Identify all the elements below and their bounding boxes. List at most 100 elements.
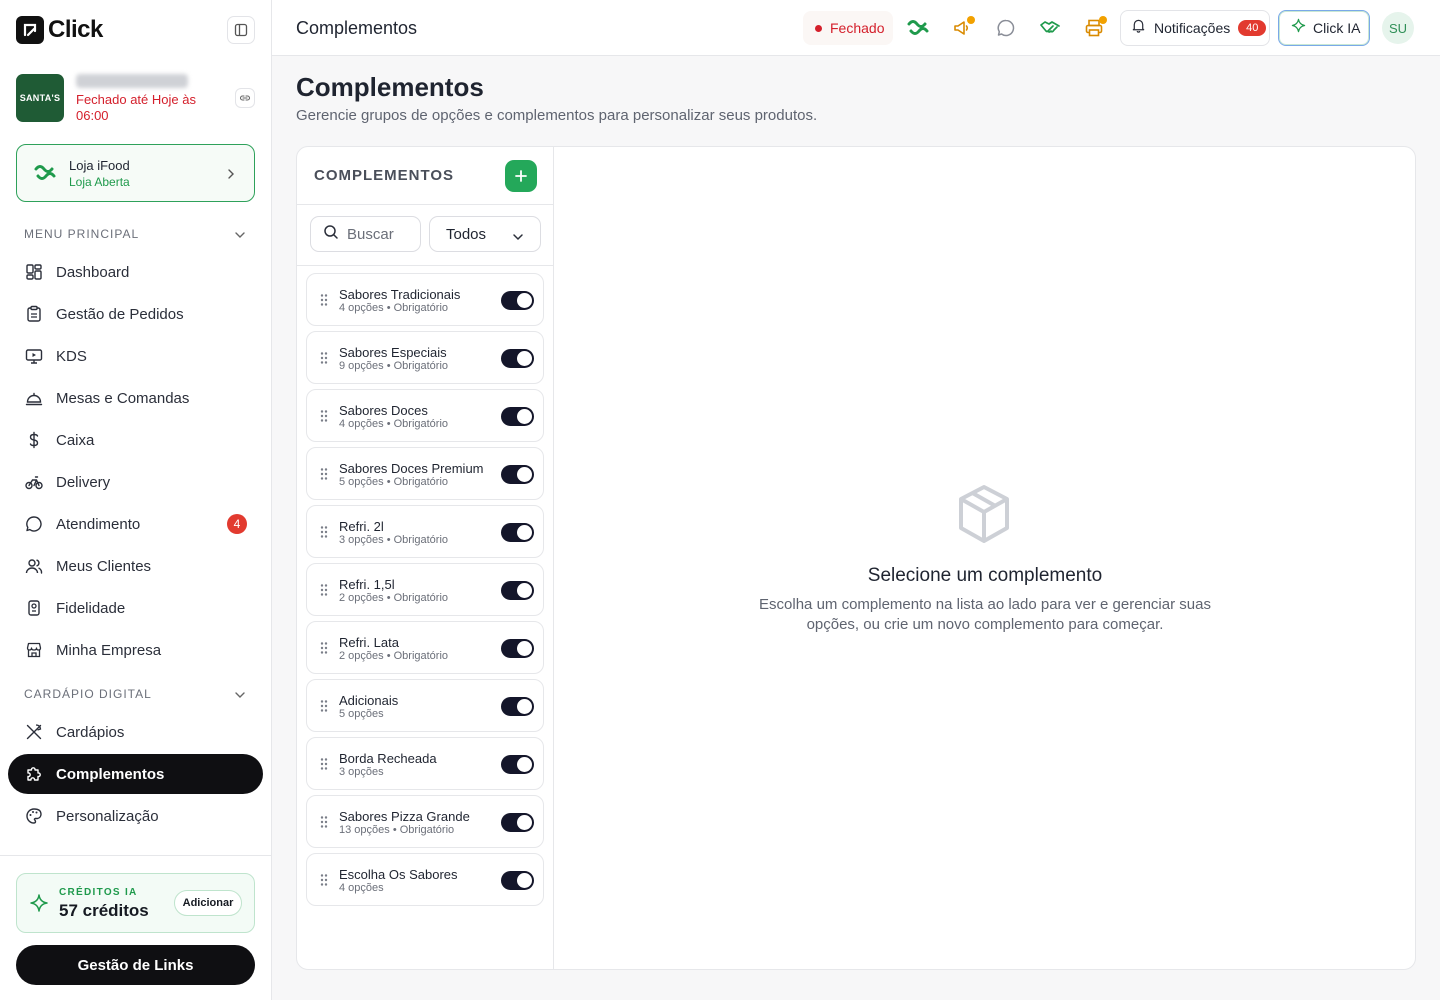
group-enabled-toggle[interactable] (501, 813, 534, 832)
store-icon (24, 640, 44, 660)
section-cardapio-digital[interactable]: CARDÁPIO DIGITAL (24, 687, 152, 701)
group-enabled-toggle[interactable] (501, 291, 534, 310)
section-menu-principal[interactable]: MENU PRINCIPAL (24, 227, 139, 241)
store-link-button[interactable] (235, 88, 255, 108)
search-field[interactable] (310, 216, 421, 252)
credits-value: 57 créditos (59, 901, 149, 920)
ifood-store-card[interactable]: Loja iFood Loja Aberta (16, 144, 255, 202)
sidebar-item-complementos[interactable]: Complementos (8, 754, 263, 794)
sidebar-item-label: Minha Empresa (56, 641, 162, 659)
group-name: Refri. 1,5l (339, 577, 395, 592)
complement-group-card[interactable]: Sabores Pizza Grande 13 opções • Obrigató… (306, 795, 544, 848)
empty-state-title: Selecione um complemento (867, 565, 1103, 586)
status-filter-select[interactable]: Todos (429, 216, 541, 252)
collapse-sidebar-button[interactable] (227, 16, 255, 44)
store-status-badge[interactable]: Fechado (803, 11, 893, 45)
complement-group-card[interactable]: Sabores Doces 4 opções • Obrigatório (306, 389, 544, 442)
ai-credits-card: CRÉDITOS IA 57 créditos Adicionar (16, 873, 255, 933)
drag-handle-icon[interactable] (319, 757, 329, 776)
sidebar-item-atendimento[interactable]: Atendimento 4 (8, 504, 263, 544)
complement-group-card[interactable]: Borda Recheada 3 opções (306, 737, 544, 790)
chevron-down-icon[interactable] (233, 228, 247, 246)
page-subtitle: Gerencie grupos de opções e complementos… (296, 107, 818, 124)
group-enabled-toggle[interactable] (501, 465, 534, 484)
complement-group-card[interactable]: Refri. 1,5l 2 opções • Obrigatório (306, 563, 544, 616)
notifications-count-badge: 40 (1238, 20, 1267, 36)
group-enabled-toggle[interactable] (501, 871, 534, 890)
sidebar-item-personalizacao[interactable]: Personalização (8, 796, 263, 836)
sidebar-item-mesas-comandas[interactable]: Mesas e Comandas (8, 378, 263, 418)
sidebar-item-delivery[interactable]: Delivery (8, 462, 263, 502)
notifications-button[interactable]: Notificações 40 (1120, 10, 1270, 46)
chevron-down-icon[interactable] (233, 688, 247, 706)
sidebar-item-minha-empresa[interactable]: Minha Empresa (8, 630, 263, 670)
drag-handle-icon[interactable] (319, 409, 329, 428)
chat-icon[interactable] (992, 14, 1020, 42)
complement-group-card[interactable]: Refri. Lata 2 opções • Obrigatório (306, 621, 544, 674)
group-meta: 4 opções (339, 882, 384, 894)
ifood-icon[interactable] (904, 14, 932, 42)
drag-handle-icon[interactable] (319, 815, 329, 834)
complement-group-card[interactable]: Adicionais 5 opções (306, 679, 544, 732)
topbar-title: Complementos (296, 18, 418, 38)
group-enabled-toggle[interactable] (501, 523, 534, 542)
store-info: SANTA'S Fechado até Hoje às 06:00 (16, 74, 256, 126)
drag-handle-icon[interactable] (319, 873, 329, 892)
group-enabled-toggle[interactable] (501, 755, 534, 774)
brand[interactable]: Click (16, 16, 103, 44)
utensils-icon (24, 722, 44, 742)
complement-group-card[interactable]: Sabores Doces Premium 5 opções • Obrigató… (306, 447, 544, 500)
sidebar-toggle-icon (234, 23, 248, 37)
drag-handle-icon[interactable] (319, 351, 329, 370)
group-enabled-toggle[interactable] (501, 697, 534, 716)
drag-handle-icon[interactable] (319, 583, 329, 602)
sidebar-item-dashboard[interactable]: Dashboard (8, 252, 263, 292)
monitor-icon (24, 346, 44, 366)
sidebar-item-label: Complementos (56, 765, 165, 783)
toggle-knob (517, 641, 532, 656)
complement-group-card[interactable]: Escolha Os Sabores 4 opções (306, 853, 544, 906)
user-avatar[interactable]: SU (1382, 12, 1414, 44)
group-name: Refri. Lata (339, 635, 399, 650)
sidebar-item-caixa[interactable]: Caixa (8, 420, 263, 460)
click-logo-icon (16, 16, 44, 44)
printer-icon[interactable] (1080, 14, 1108, 42)
sidebar-item-kds[interactable]: KDS (8, 336, 263, 376)
bell-icon (1131, 18, 1146, 38)
notifications-label: Notificações (1154, 20, 1231, 36)
sidebar-item-label: Mesas e Comandas (56, 389, 190, 407)
status-dot (815, 24, 822, 32)
sidebar-item-fidelidade[interactable]: Fidelidade (8, 588, 263, 628)
group-enabled-toggle[interactable] (501, 639, 534, 658)
add-credits-button[interactable]: Adicionar (174, 890, 242, 916)
group-name: Borda Recheada (339, 751, 437, 766)
sidebar-item-label: Gestão de Pedidos (56, 305, 184, 323)
group-meta: 5 opções (339, 708, 384, 720)
group-enabled-toggle[interactable] (501, 407, 534, 426)
sidebar-item-meus-clientes[interactable]: Meus Clientes (8, 546, 263, 586)
drag-handle-icon[interactable] (319, 525, 329, 544)
complements-panel: COMPLEMENTOS Todos Sabores Tradicionais4… (296, 146, 1416, 970)
complement-group-card[interactable]: Sabores Tradicionais 4 opções • Obrigatór… (306, 273, 544, 326)
group-name: Adicionais (339, 693, 399, 708)
link-management-button[interactable]: Gestão de Links (16, 945, 255, 985)
complement-group-card[interactable]: Refri. 2l 3 opções • Obrigatório (306, 505, 544, 558)
sidebar-item-gestao-pedidos[interactable]: Gestão de Pedidos (8, 294, 263, 334)
drag-handle-icon[interactable] (319, 293, 329, 312)
clipboard-icon (24, 304, 44, 324)
drag-handle-icon[interactable] (319, 467, 329, 486)
sidebar-item-label: Atendimento (56, 515, 141, 533)
search-input[interactable] (347, 225, 399, 243)
drag-handle-icon[interactable] (319, 699, 329, 718)
chat-icon (24, 514, 44, 534)
megaphone-icon[interactable] (948, 14, 976, 42)
chevron-down-icon (512, 229, 524, 247)
add-complement-button[interactable] (505, 160, 537, 192)
handshake-icon[interactable] (1036, 14, 1064, 42)
click-ia-button[interactable]: Click IA (1278, 10, 1370, 46)
group-enabled-toggle[interactable] (501, 581, 534, 600)
sidebar-item-cardapios[interactable]: Cardápios (8, 712, 263, 752)
drag-handle-icon[interactable] (319, 641, 329, 660)
group-enabled-toggle[interactable] (501, 349, 534, 368)
complement-group-card[interactable]: Sabores Especiais 9 opções • Obrigatório (306, 331, 544, 384)
